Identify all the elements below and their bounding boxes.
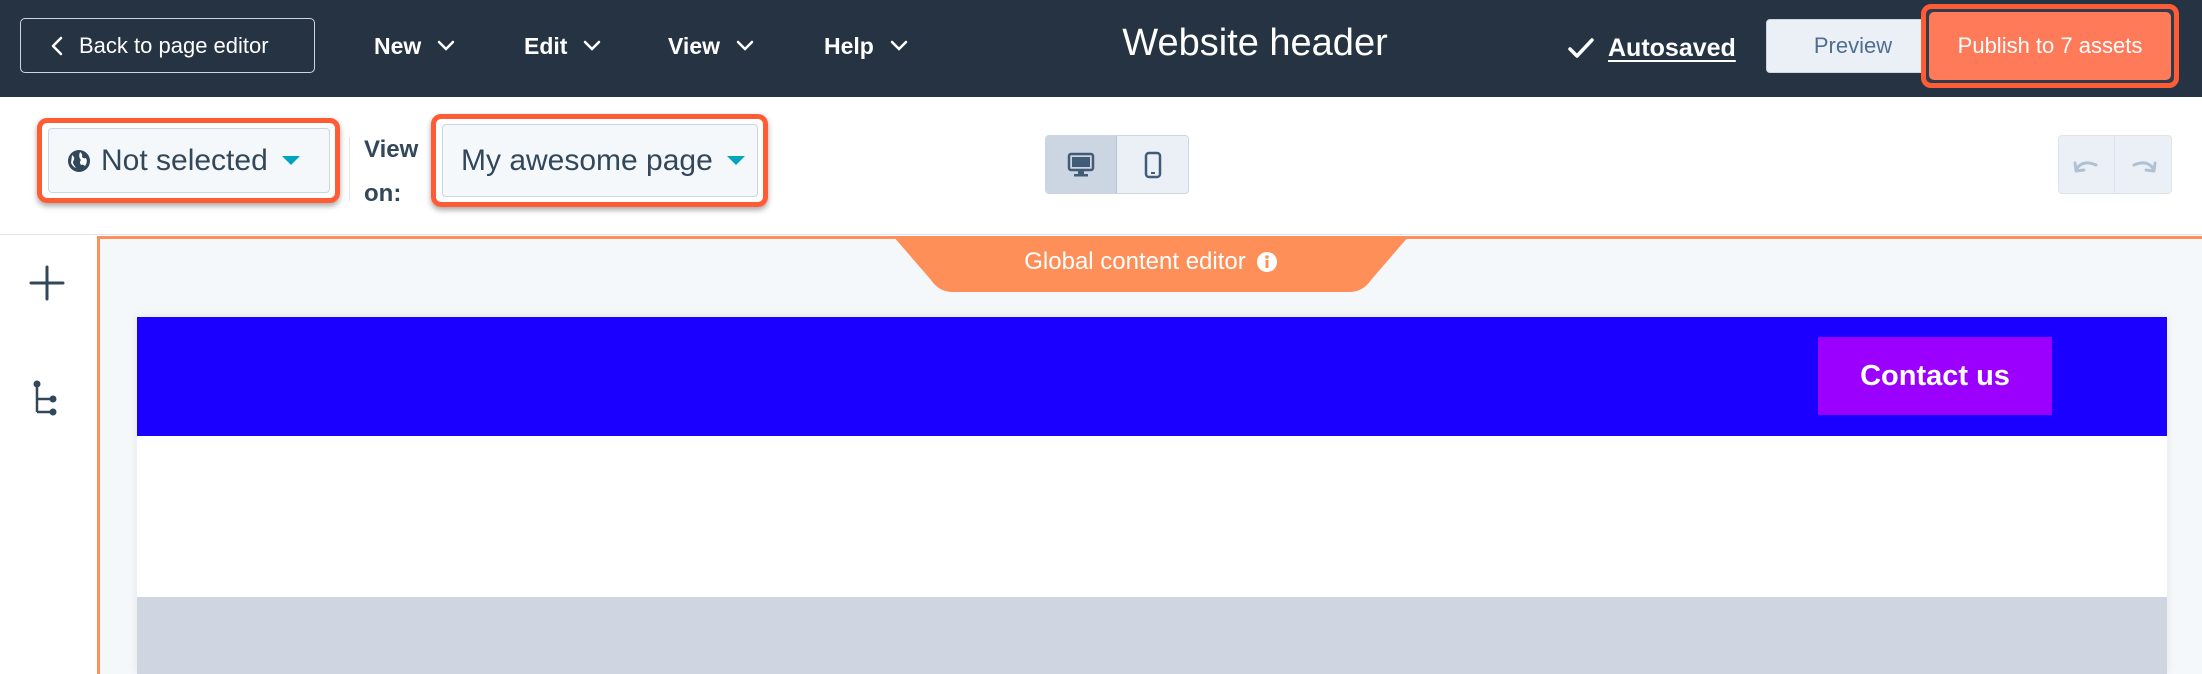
desktop-view-button[interactable] (1046, 136, 1117, 193)
menu-help[interactable]: Help (824, 26, 908, 66)
chevron-down-icon (584, 40, 601, 51)
menu-view-label: View (668, 32, 720, 59)
language-dropdown[interactable]: Not selected (48, 128, 330, 193)
tree-icon (33, 380, 57, 416)
view-on-label: View on: (364, 136, 419, 207)
preview-button[interactable]: Preview (1766, 19, 1940, 73)
undo-button[interactable] (2059, 136, 2116, 193)
chevron-left-icon (51, 36, 63, 55)
add-icon (29, 265, 65, 301)
menu-edit-label: Edit (524, 32, 568, 59)
device-preview-toggle (1045, 135, 1189, 194)
checkmark-icon (1568, 38, 1594, 58)
global-content-editor-text: Global content editor (1024, 248, 1246, 275)
toolbar-divider (349, 137, 350, 201)
back-button-label: Back to page editor (79, 32, 269, 58)
layout-tree-button[interactable] (32, 380, 60, 421)
autosave-label: Autosaved (1608, 33, 1736, 62)
contact-us-button[interactable]: Contact us (1818, 337, 2052, 415)
add-module-button[interactable] (28, 264, 66, 307)
caret-down-icon (281, 156, 300, 165)
info-icon[interactable] (1256, 251, 1278, 273)
view-on-page-dropdown[interactable]: My awesome page (442, 124, 758, 197)
page-title: Website header (1122, 22, 1388, 64)
undo-icon (2073, 160, 2097, 172)
mobile-icon (1144, 151, 1161, 178)
mobile-view-button[interactable] (1117, 136, 1188, 193)
page-dropdown-value: My awesome page (461, 143, 713, 177)
caret-down-icon (726, 156, 745, 165)
redo-button[interactable] (2115, 136, 2171, 193)
menu-view[interactable]: View (668, 26, 754, 66)
menu-new[interactable]: New (374, 26, 455, 66)
language-dropdown-value: Not selected (101, 143, 268, 177)
chevron-down-icon (736, 40, 754, 51)
globe-icon (68, 149, 90, 172)
left-sidebar (0, 236, 97, 674)
back-to-page-editor-button[interactable]: Back to page editor (20, 18, 315, 73)
redo-icon (2132, 160, 2157, 172)
chevron-down-icon (438, 40, 455, 51)
undo-redo-group (2058, 135, 2172, 194)
menu-edit[interactable]: Edit (524, 26, 601, 66)
desktop-icon (1067, 152, 1095, 176)
page-content-placeholder (137, 597, 2167, 674)
publish-button[interactable]: Publish to 7 assets (1929, 12, 2171, 80)
chevron-down-icon (890, 40, 908, 51)
top-navigation-bar: Back to page editor New Edit View Help W… (0, 0, 2202, 97)
header-body-section[interactable] (137, 436, 2167, 597)
menu-help-label: Help (824, 32, 874, 59)
menu-new-label: New (374, 32, 422, 59)
global-content-editor-label: Global content editor (893, 236, 1409, 288)
autosave-status[interactable]: Autosaved (1568, 28, 1736, 68)
